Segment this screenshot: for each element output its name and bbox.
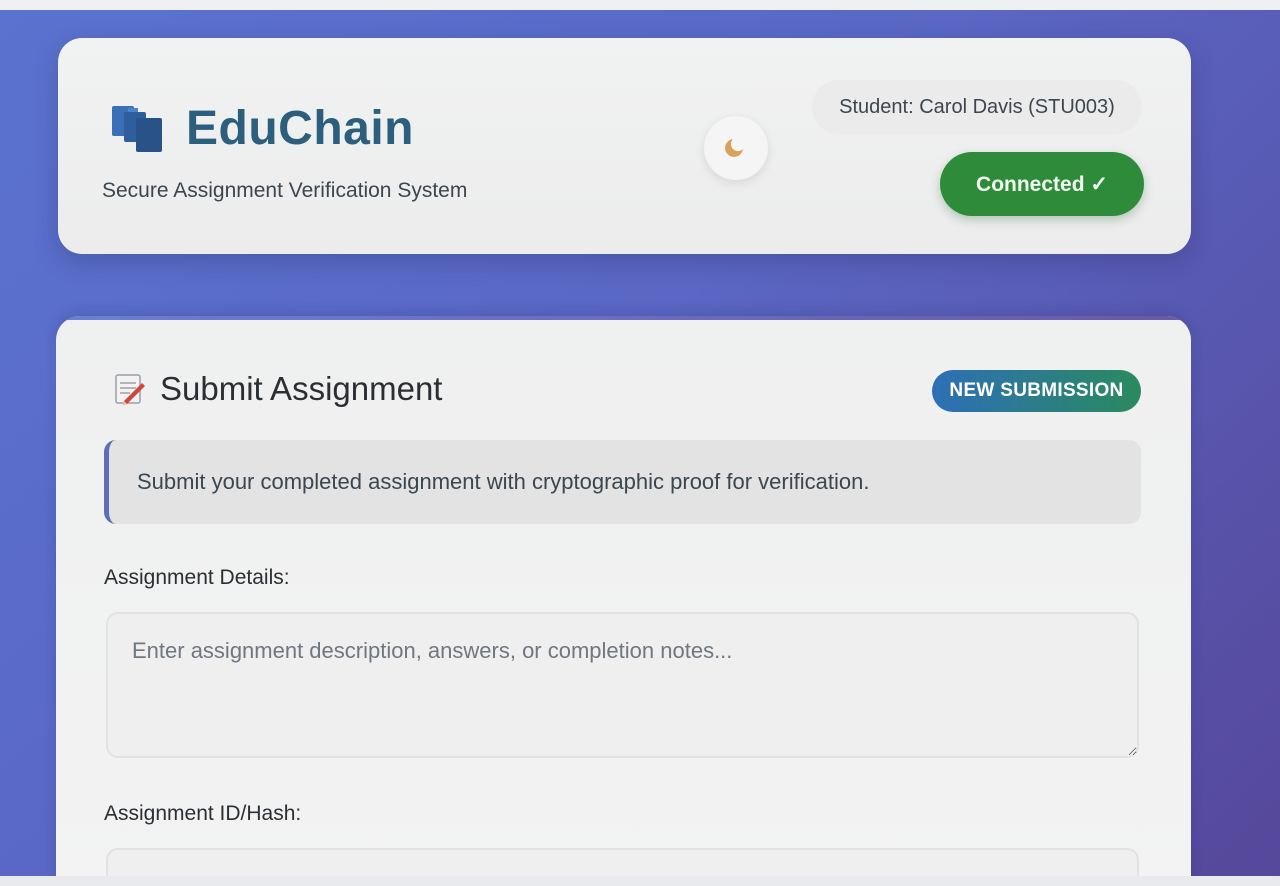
assignment-details-label: Assignment Details:	[104, 566, 290, 589]
memo-icon	[115, 374, 145, 405]
assignment-details-textarea[interactable]	[106, 612, 1139, 758]
info-callout: Submit your completed assignment with cr…	[104, 440, 1141, 524]
section-header: Submit Assignment	[112, 370, 442, 408]
assignment-hash-label: Assignment ID/Hash:	[104, 802, 302, 825]
moon-icon	[725, 139, 743, 157]
app-subtitle: Secure Assignment Verification System	[102, 179, 468, 202]
connection-status-button[interactable]: Connected ✓	[940, 152, 1144, 216]
submit-assignment-card: Submit Assignment NEW SUBMISSION Submit …	[56, 316, 1191, 886]
app-header: EduChain Secure Assignment Verification …	[58, 38, 1191, 254]
bottom-edge	[0, 876, 1280, 886]
brand: EduChain	[110, 100, 414, 156]
top-edge	[0, 0, 1280, 10]
info-text: Submit your completed assignment with cr…	[137, 469, 870, 494]
section-title: Submit Assignment	[160, 370, 443, 407]
theme-toggle-button[interactable]	[704, 116, 768, 180]
status-badge: NEW SUBMISSION	[932, 370, 1141, 412]
document-stack-icon	[112, 106, 162, 152]
app-title: EduChain	[186, 101, 414, 155]
student-badge: Student: Carol Davis (STU003)	[812, 80, 1142, 134]
